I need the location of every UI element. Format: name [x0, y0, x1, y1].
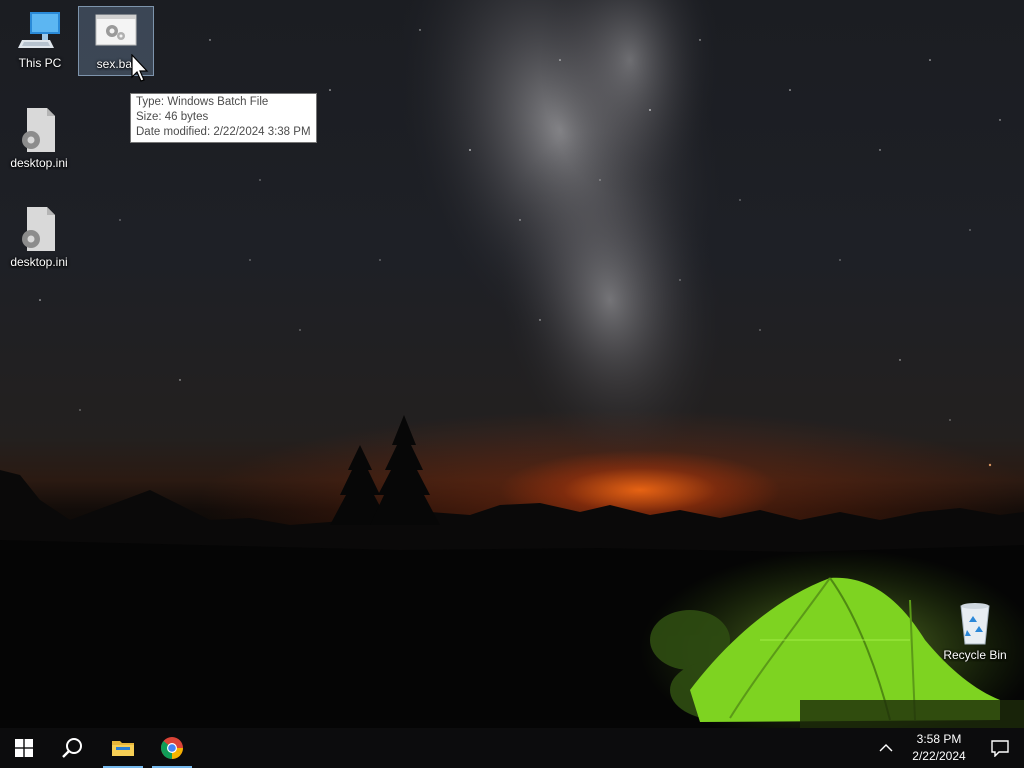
taskbar-file-explorer[interactable]: [99, 728, 147, 768]
taskbar-google-chrome[interactable]: [148, 728, 196, 768]
action-center-icon: [991, 740, 1009, 757]
chrome-icon: [160, 737, 183, 759]
search-button[interactable]: [48, 728, 96, 768]
settings-file-icon: [22, 108, 55, 152]
desktop-icon-label: desktop.ini: [10, 255, 68, 269]
tooltip-date-modified: Date modified: 2/22/2024 3:38 PM: [136, 126, 311, 138]
settings-file-icon: [22, 207, 55, 251]
windows-start-icon: [15, 739, 33, 757]
desktop-icon-desktop-ini[interactable]: desktop.ini: [1, 205, 77, 271]
chevron-up-icon: [879, 744, 893, 752]
desktop-icon-this-pc[interactable]: This PC: [2, 8, 78, 74]
recycle-bin-icon: [960, 603, 990, 645]
search-icon: [62, 738, 82, 758]
desktop-background[interactable]: This PC sex.bat Type: Windows Batch File…: [0, 0, 1024, 728]
desktop-icon-recycle-bin[interactable]: Recycle Bin: [937, 600, 1013, 670]
desktop-icon-label: desktop.ini: [10, 156, 68, 170]
taskbar-clock[interactable]: 3:58 PM 2/22/2024: [900, 731, 978, 765]
this-pc-icon: [18, 12, 60, 48]
show-hidden-icons-button[interactable]: [872, 728, 900, 768]
tooltip-type: Type: Windows Batch File: [136, 96, 269, 108]
tooltip-size: Size: 46 bytes: [136, 111, 209, 123]
clock-date: 2/22/2024: [912, 749, 966, 763]
file-info-tooltip: Type: Windows Batch File Size: 46 bytes …: [130, 93, 317, 143]
batch-file-icon: [95, 14, 137, 46]
action-center-button[interactable]: [976, 728, 1024, 768]
desktop-icon-label: Recycle Bin: [943, 648, 1007, 662]
taskbar: 3:58 PM 2/22/2024: [0, 728, 1024, 768]
folder-icon: [112, 741, 134, 756]
start-button[interactable]: [0, 728, 48, 768]
mouse-cursor-icon: [131, 54, 149, 82]
desktop-icon-desktop-ini[interactable]: desktop.ini: [1, 106, 77, 172]
clock-time: 3:58 PM: [916, 732, 962, 746]
desktop-icon-label: This PC: [18, 56, 62, 70]
